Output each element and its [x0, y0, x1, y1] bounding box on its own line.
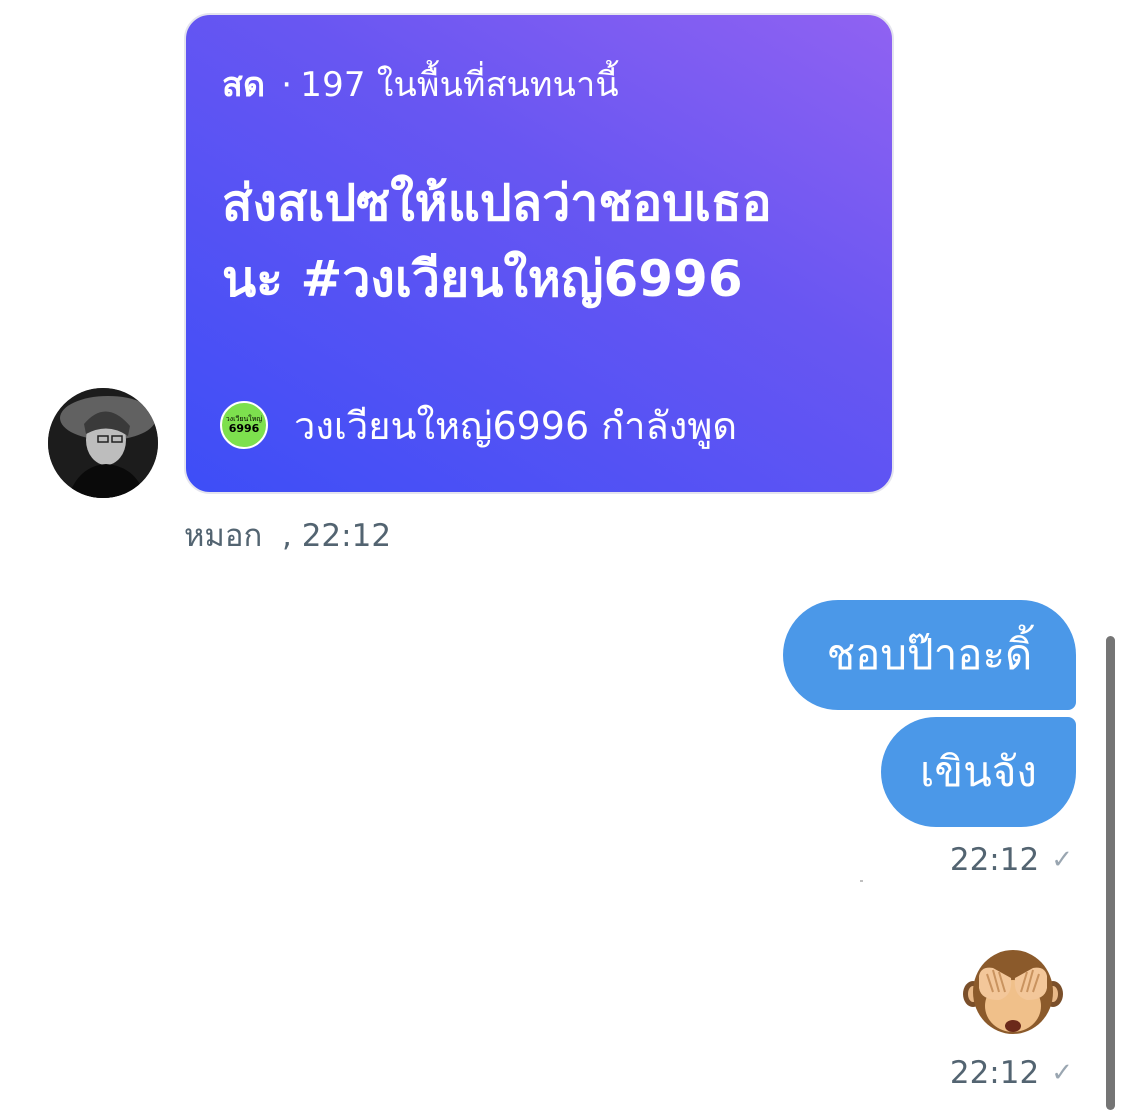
- host-name: วงเวียนใหญ่6996: [294, 403, 590, 448]
- incoming-message-meta: หมอก , 22:12: [184, 510, 391, 560]
- scrollbar[interactable]: [1106, 636, 1115, 1110]
- space-title: ส่งสเปซให้แปลว่าชอบเธอ นะ #วงเวียนใหญ่69…: [222, 165, 862, 317]
- message-text: ชอบป๊าอะดิ้: [826, 630, 1033, 679]
- space-meta: สด · 197 ในพื้นที่สนทนานี้: [222, 57, 619, 111]
- message-text: เขินจัง: [920, 747, 1037, 796]
- outgoing-message-meta: 22:12 ✓: [950, 1055, 1073, 1091]
- sender-avatar[interactable]: [48, 388, 158, 498]
- sender-name: หมอก: [184, 518, 263, 554]
- space-host: วงเวียนใหญ่ 6996 วงเวียนใหญ่6996 กำลังพู…: [220, 398, 737, 452]
- live-label: สด: [222, 65, 266, 105]
- space-title-line: นะ #วงเวียนใหญ่6996: [222, 250, 743, 308]
- message-time: 22:12: [301, 518, 392, 554]
- check-icon: ✓: [1051, 845, 1073, 875]
- check-icon: ✓: [1051, 1058, 1073, 1088]
- outgoing-message-bubble[interactable]: เขินจัง: [881, 717, 1076, 827]
- outgoing-message-meta: 22:12 ✓: [950, 842, 1073, 878]
- outgoing-message-bubble[interactable]: ชอบป๊าอะดิ้: [783, 600, 1076, 710]
- space-title-line: ส่งสเปซให้แปลว่าชอบเธอ: [222, 174, 772, 232]
- message-time: 22:12: [949, 1055, 1040, 1091]
- meta-separator: ·: [281, 65, 293, 105]
- space-card[interactable]: สด · 197 ในพื้นที่สนทนานี้ ส่งสเปซให้แปลว่…: [184, 13, 894, 494]
- listener-count: 197 ในพื้นที่สนทนานี้: [300, 65, 619, 105]
- message-time: 22:12: [949, 842, 1040, 878]
- divider-dot: [860, 880, 863, 882]
- see-no-evil-monkey-icon[interactable]: [963, 948, 1063, 1044]
- host-avatar-number: 6996: [228, 422, 260, 435]
- host-avatar: วงเวียนใหญ่ 6996: [220, 401, 268, 449]
- meta-separator: ,: [281, 518, 292, 554]
- host-status: กำลังพูด: [601, 403, 738, 448]
